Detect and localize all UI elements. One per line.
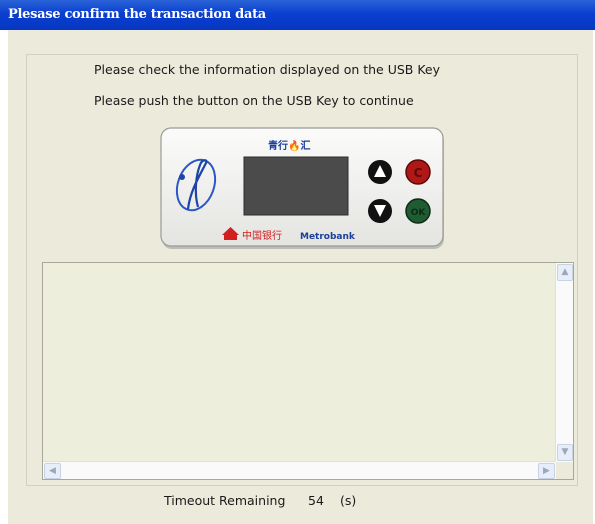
transaction-output-box[interactable]: ▲ ▼ ◀ ▶ [42,262,574,480]
brand-top-label: 青行🔥汇 [268,139,310,152]
usb-key-device-image: 青行🔥汇 中国银行 Metrobank C OK [160,127,444,249]
title-bar[interactable]: Plesase confirm the transaction data [0,0,595,30]
usb-key-down-button [368,199,392,223]
ok-button-label: OK [411,208,427,218]
usb-key-ok-button: OK [405,198,431,224]
cancel-button-label: C [414,166,423,180]
usb-key-cancel-button: C [405,159,431,185]
timeout-label: Timeout Remaining [164,493,286,508]
check-info-message: Please check the information displayed o… [94,62,441,77]
timeout-unit: (s) [340,493,357,508]
scroll-left-icon[interactable]: ◀ [44,463,61,479]
horizontal-scrollbar[interactable]: ◀ ▶ [43,461,556,479]
push-button-message: Please push the button on the USB Key to… [94,93,414,108]
dialog-title: Plesase confirm the transaction data [8,7,266,22]
bank-name-cn: 中国银行 [242,229,282,242]
usb-key-up-button [368,160,392,184]
scroll-right-icon[interactable]: ▶ [538,463,555,479]
vertical-scrollbar[interactable]: ▲ ▼ [555,263,573,462]
scroll-down-icon[interactable]: ▼ [557,444,573,461]
timeout-value: 54 [308,493,324,508]
scroll-up-icon[interactable]: ▲ [557,264,573,281]
usb-key-screen [243,156,349,216]
scrollbar-corner [556,462,573,479]
confirm-transaction-dialog: Plesase confirm the transaction data Ple… [0,0,595,524]
bank-name-en: Metrobank [300,232,356,242]
